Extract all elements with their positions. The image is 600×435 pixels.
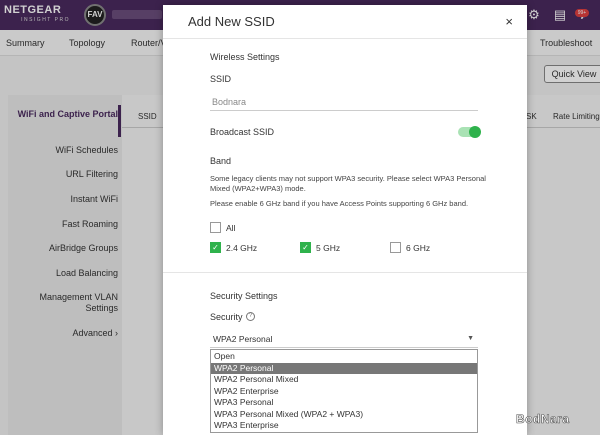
band-6ghz-checkbox[interactable]	[390, 242, 401, 253]
security-option-wpa3-personal-mixed[interactable]: WPA3 Personal Mixed (WPA2 + WPA3)	[211, 409, 477, 421]
band-note-6ghz: Please enable 6 GHz band if you have Acc…	[210, 199, 469, 208]
modal-header: Add New SSID ×	[163, 5, 527, 39]
wireless-settings-title: Wireless Settings	[210, 52, 280, 62]
band-6ghz-label: 6 GHz	[406, 243, 431, 253]
band-5ghz-label: 5 GHz	[316, 243, 341, 253]
band-24ghz-checkbox[interactable]: ✓	[210, 242, 221, 253]
band-24ghz-label: 2.4 GHz	[226, 243, 258, 253]
caret-down-icon: ▼	[467, 335, 474, 342]
band-all-label: All	[226, 223, 236, 233]
watermark: BodNara	[516, 412, 570, 427]
section-divider	[163, 272, 527, 273]
security-settings-title: Security Settings	[210, 291, 278, 301]
security-option-wpa3-personal[interactable]: WPA3 Personal	[211, 397, 477, 409]
ssid-input[interactable]	[210, 93, 478, 111]
security-select[interactable]: WPA2 Personal ▼	[210, 332, 478, 348]
security-dropdown-list: Open WPA2 Personal WPA2 Personal Mixed W…	[210, 349, 478, 433]
security-label: Security	[210, 312, 243, 322]
info-icon[interactable]: ?	[246, 312, 255, 321]
close-icon[interactable]: ×	[505, 14, 513, 29]
security-option-wpa3-enterprise[interactable]: WPA3 Enterprise	[211, 420, 477, 432]
broadcast-ssid-label: Broadcast SSID	[210, 127, 275, 137]
band-5ghz-checkbox[interactable]: ✓	[300, 242, 311, 253]
broadcast-ssid-toggle[interactable]	[458, 126, 481, 138]
band-note-wpa3: Some legacy clients may not support WPA3…	[210, 174, 486, 193]
band-label: Band	[210, 156, 232, 166]
add-ssid-modal: Add New SSID × Wireless Settings SSID Br…	[163, 5, 527, 435]
security-select-value: WPA2 Personal	[213, 334, 273, 344]
band-all-checkbox[interactable]	[210, 222, 221, 233]
security-option-wpa2-personal-mixed[interactable]: WPA2 Personal Mixed	[211, 374, 477, 386]
ssid-label: SSID	[210, 74, 232, 84]
security-option-open[interactable]: Open	[211, 351, 477, 363]
security-option-wpa2-enterprise[interactable]: WPA2 Enterprise	[211, 386, 477, 398]
toggle-knob	[469, 126, 481, 138]
modal-title: Add New SSID	[188, 14, 275, 29]
security-option-wpa2-personal[interactable]: WPA2 Personal	[211, 362, 477, 374]
